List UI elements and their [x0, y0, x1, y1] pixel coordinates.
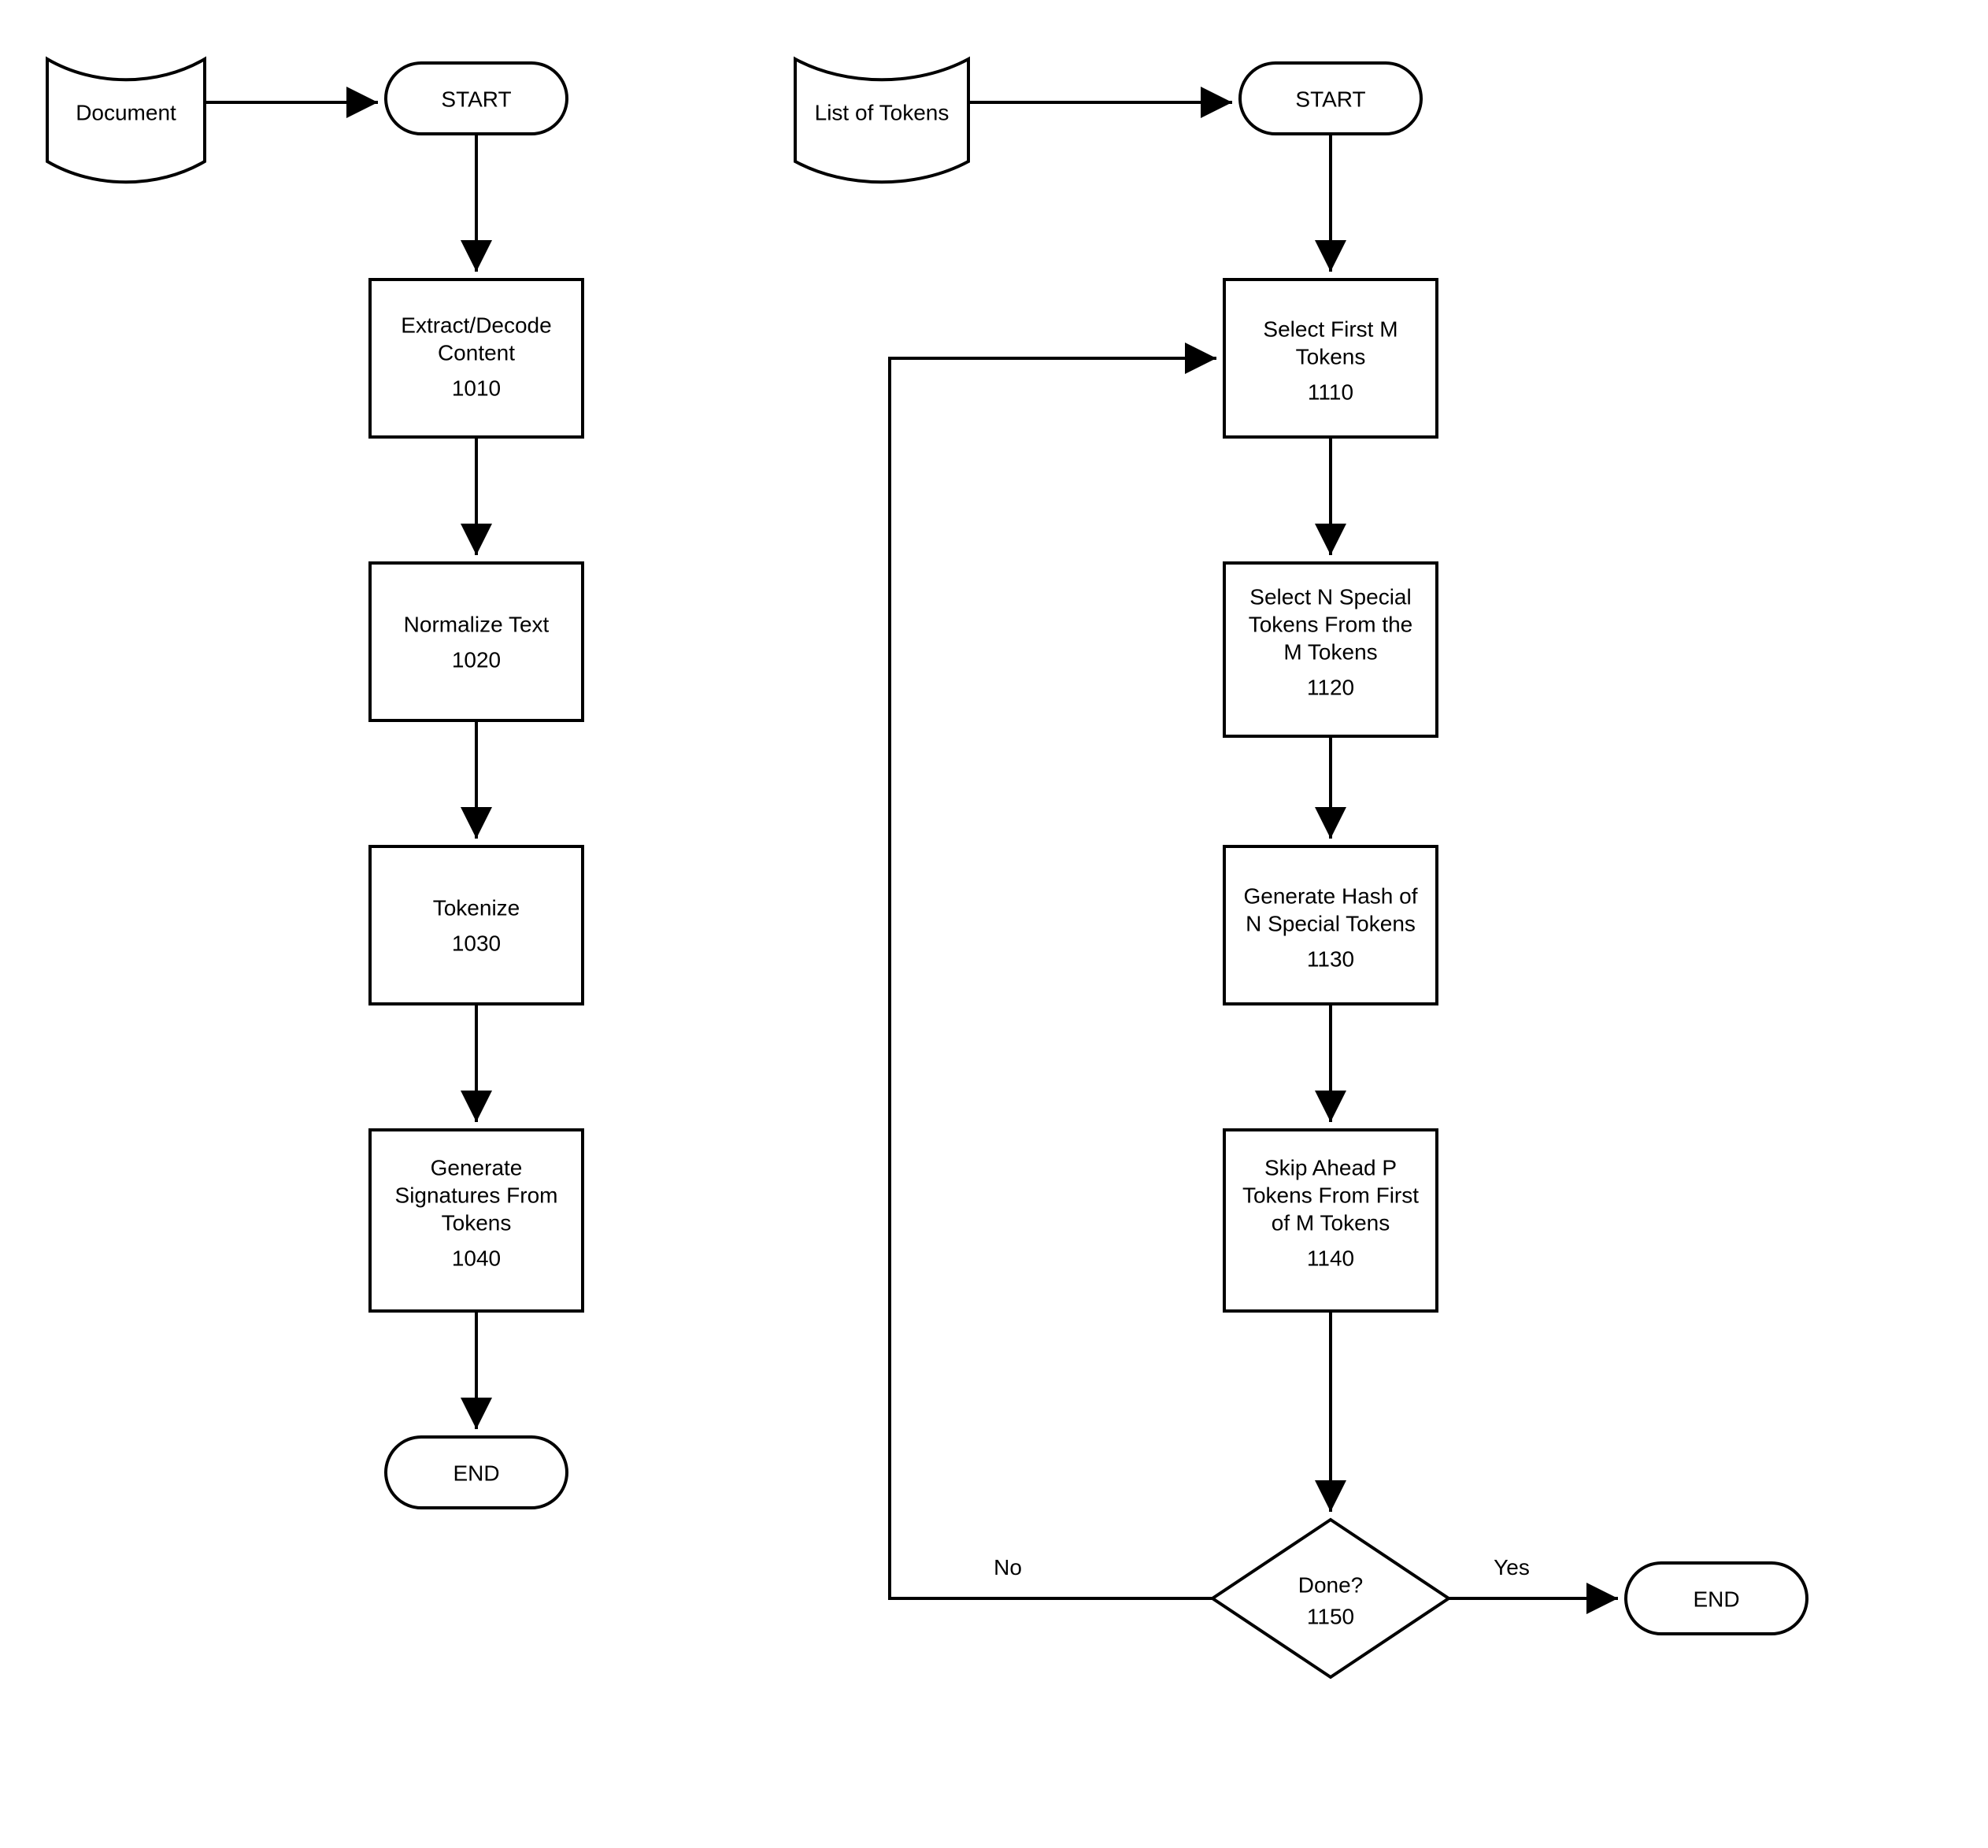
left-step-1020: Normalize Text 1020: [370, 563, 583, 720]
svg-text:1040: 1040: [452, 1246, 501, 1270]
left-end-terminator: END: [386, 1437, 567, 1508]
left-end-label: END: [453, 1461, 499, 1485]
svg-text:Select First M: Select First M: [1263, 317, 1398, 341]
svg-text:Generate Hash of: Generate Hash of: [1243, 883, 1417, 908]
right-yes-label: Yes: [1494, 1555, 1530, 1580]
svg-text:Content: Content: [438, 340, 515, 365]
flowchart-diagram: Document START Extract/Decode Content 10…: [0, 0, 1988, 1848]
svg-text:Generate: Generate: [431, 1155, 523, 1180]
svg-text:Tokens From First: Tokens From First: [1242, 1183, 1419, 1207]
right-step-1140: Skip Ahead P Tokens From First of M Toke…: [1224, 1130, 1437, 1311]
left-start-label: START: [441, 87, 511, 111]
svg-text:Normalize Text: Normalize Text: [404, 612, 550, 636]
right-input-tokens: List of Tokens: [795, 59, 968, 182]
svg-text:Tokens From the: Tokens From the: [1249, 612, 1413, 636]
right-input-label: List of Tokens: [815, 100, 950, 124]
right-step-1130: Generate Hash of N Special Tokens 1130: [1224, 846, 1437, 1004]
svg-text:1110: 1110: [1308, 380, 1353, 404]
left-step-1030: Tokenize 1030: [370, 846, 583, 1004]
svg-text:Tokens: Tokens: [1296, 344, 1366, 368]
svg-text:Done?: Done?: [1298, 1572, 1364, 1597]
svg-text:1030: 1030: [452, 931, 501, 955]
arrow-right-no-loop: [890, 358, 1216, 1598]
svg-text:Tokens: Tokens: [442, 1210, 512, 1235]
svg-text:Skip Ahead P: Skip Ahead P: [1264, 1155, 1397, 1180]
right-step-1110: Select First M Tokens 1110: [1224, 280, 1437, 437]
left-step-1010: Extract/Decode Content 1010: [370, 280, 583, 437]
svg-text:1130: 1130: [1307, 946, 1354, 971]
svg-text:of M Tokens: of M Tokens: [1272, 1210, 1390, 1235]
left-input-document: Document: [47, 59, 205, 182]
right-step-1120: Select N Special Tokens From the M Token…: [1224, 563, 1437, 736]
right-no-label: No: [994, 1555, 1022, 1580]
right-start-terminator: START: [1240, 63, 1421, 134]
svg-text:M Tokens: M Tokens: [1283, 639, 1377, 664]
right-end-terminator: END: [1626, 1563, 1807, 1634]
svg-text:Signatures From: Signatures From: [395, 1183, 558, 1207]
svg-text:N Special Tokens: N Special Tokens: [1246, 911, 1416, 935]
svg-text:1150: 1150: [1307, 1604, 1354, 1628]
svg-text:Tokenize: Tokenize: [433, 895, 520, 920]
svg-text:1020: 1020: [452, 647, 501, 672]
right-decision-1150: Done? 1150: [1212, 1520, 1449, 1677]
svg-text:1140: 1140: [1307, 1246, 1354, 1270]
svg-text:Extract/Decode: Extract/Decode: [401, 313, 551, 337]
left-input-label: Document: [76, 100, 176, 124]
right-start-label: START: [1295, 87, 1365, 111]
right-end-label: END: [1693, 1587, 1739, 1611]
left-start-terminator: START: [386, 63, 567, 134]
left-step-1040: Generate Signatures From Tokens 1040: [370, 1130, 583, 1311]
svg-text:1010: 1010: [452, 376, 501, 400]
svg-text:Select N Special: Select N Special: [1249, 584, 1411, 609]
svg-text:1120: 1120: [1307, 675, 1354, 699]
